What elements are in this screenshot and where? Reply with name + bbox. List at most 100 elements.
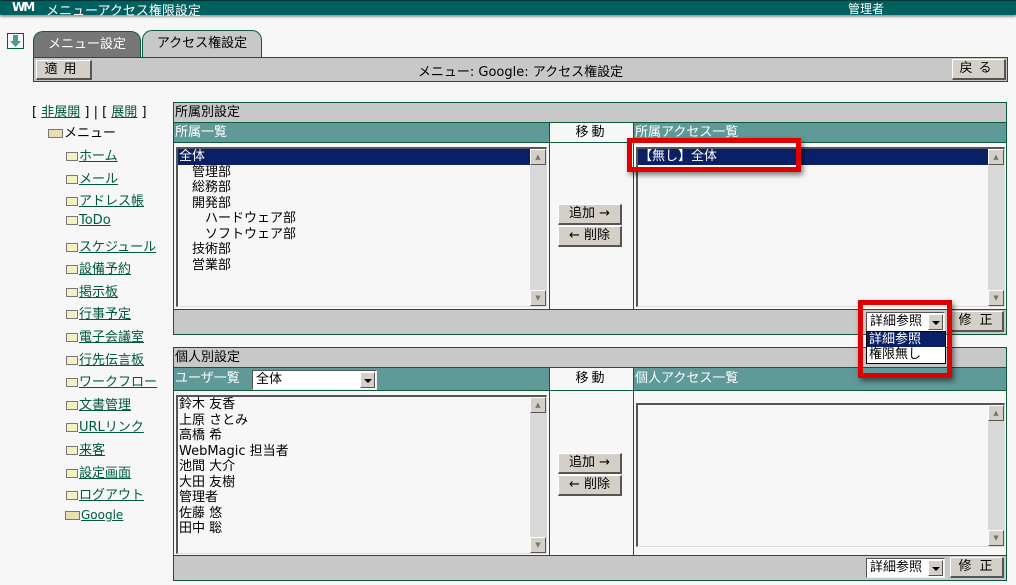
scroll-up-icon[interactable]: ▲ xyxy=(988,405,1004,421)
list-option[interactable]: 営業部 xyxy=(178,258,546,274)
list-option[interactable]: 管理者 xyxy=(178,490,546,506)
tree-item-link[interactable]: 文書管理 xyxy=(79,398,131,413)
scroll-down-icon[interactable]: ▼ xyxy=(530,537,546,553)
group-access-scrollbar[interactable]: ▲ ▼ xyxy=(988,149,1004,306)
user-access-scrollbar[interactable]: ▲ ▼ xyxy=(988,405,1004,546)
group-fix-button[interactable]: 修正 xyxy=(950,311,1004,332)
tree-item-link[interactable]: 来客 xyxy=(79,443,105,458)
tree-item[interactable]: 文書管理 xyxy=(66,394,131,413)
list-option[interactable]: 全体 xyxy=(178,149,546,165)
tree-item[interactable]: アドレス帳 xyxy=(66,190,144,209)
user-filter-select[interactable]: 全体 xyxy=(252,370,377,390)
scroll-up-icon[interactable]: ▲ xyxy=(988,149,1004,165)
tree-item-link[interactable]: ログアウト xyxy=(79,488,144,503)
group-remove-button[interactable]: ← 削除 xyxy=(558,226,622,247)
group-list-scrollbar[interactable]: ▲ ▼ xyxy=(530,149,546,306)
tree-root[interactable]: メニュー xyxy=(48,122,116,141)
user-remove-button[interactable]: ← 削除 xyxy=(558,475,622,496)
user-list-scrollbar[interactable]: ▲ ▼ xyxy=(530,397,546,553)
tree-item-link[interactable]: アドレス帳 xyxy=(79,194,144,209)
tree-item-link[interactable]: 掲示板 xyxy=(79,285,118,300)
tree-item-link[interactable]: 設備予約 xyxy=(79,262,131,277)
tree-item-link[interactable]: ワークフロー xyxy=(79,375,157,390)
folder-icon xyxy=(66,216,78,225)
user-fix-button[interactable]: 修正 xyxy=(950,557,1004,578)
list-option[interactable]: 管理部 xyxy=(178,165,546,181)
tree-item[interactable]: 設備予約 xyxy=(66,258,131,277)
tab-access-settings[interactable]: アクセス権設定 xyxy=(142,30,262,58)
user-permission-select[interactable]: 詳細参照 xyxy=(866,558,945,578)
tree-item-link[interactable]: Google xyxy=(81,508,123,522)
user-access-listbox[interactable]: ▲ ▼ xyxy=(636,403,1005,547)
collapse-toggle-button[interactable] xyxy=(7,33,24,49)
tree-item[interactable]: ログアウト xyxy=(66,484,144,503)
user-add-button[interactable]: 追加 → xyxy=(558,453,622,474)
tree-item[interactable]: ホーム xyxy=(66,145,118,164)
list-option[interactable]: 総務部 xyxy=(178,180,546,196)
chevron-down-icon[interactable] xyxy=(928,560,943,576)
list-option[interactable]: ハードウェア部 xyxy=(178,211,546,227)
scroll-down-icon[interactable]: ▼ xyxy=(530,290,546,306)
tree-item-link[interactable]: メール xyxy=(79,172,118,187)
annotation-highlight-access-item xyxy=(627,138,801,172)
tree-item-link[interactable]: 行事予定 xyxy=(79,307,131,322)
tree-item-link[interactable]: 設定画面 xyxy=(79,466,131,481)
group-listbox[interactable]: 全体 管理部 総務部 開発部 ハードウェア部 ソフトウェア部 技術部 営業部 ▲… xyxy=(176,147,547,307)
expand-all-link[interactable]: 展開 xyxy=(111,105,137,120)
list-option[interactable]: 大田 友樹 xyxy=(178,475,546,491)
tree-item[interactable]: 掲示板 xyxy=(66,281,118,300)
tree-item[interactable]: 電子会議室 xyxy=(66,326,144,345)
tree-item[interactable]: 来客 xyxy=(66,439,105,458)
chevron-down-icon[interactable] xyxy=(360,372,375,388)
tree-item-link[interactable]: 電子会議室 xyxy=(79,330,144,345)
list-option[interactable]: 池間 大介 xyxy=(178,459,546,475)
scroll-up-icon[interactable]: ▲ xyxy=(530,397,546,413)
tree-item[interactable]: ワークフロー xyxy=(66,371,157,390)
list-option[interactable]: 高橋 希 xyxy=(178,428,546,444)
tree-item[interactable]: 行先伝言板 xyxy=(66,349,144,368)
user-move-header: 移動 xyxy=(549,368,634,391)
tree-item[interactable]: スケジュール xyxy=(66,236,156,255)
tree-item[interactable]: Google xyxy=(65,508,123,523)
tree-item[interactable]: ToDo xyxy=(66,213,111,228)
folder-open-icon xyxy=(48,129,63,138)
list-option[interactable]: 田中 聡 xyxy=(178,521,546,537)
tree-item-link[interactable]: URLリンク xyxy=(79,420,144,435)
scroll-down-icon[interactable]: ▼ xyxy=(988,530,1004,546)
folder-icon xyxy=(66,152,78,161)
tree-item[interactable]: メール xyxy=(66,168,118,187)
list-option[interactable]: ソフトウェア部 xyxy=(178,227,546,243)
folder-icon xyxy=(66,243,78,252)
tree-item[interactable]: 行事予定 xyxy=(66,303,131,322)
user-listbox[interactable]: 鈴木 友香 上原 さとみ 高橋 希 WebMagic 担当者 池間 大介 大田 友樹 管理者… xyxy=(176,395,547,554)
scroll-up-icon[interactable]: ▲ xyxy=(530,149,546,165)
group-add-button[interactable]: 追加 → xyxy=(558,204,622,225)
user-footer: 詳細参照 修正 xyxy=(174,555,1006,580)
list-option[interactable]: 開発部 xyxy=(178,196,546,212)
list-option[interactable]: 鈴木 友香 xyxy=(178,397,546,413)
scroll-down-icon[interactable]: ▼ xyxy=(988,290,1004,306)
tab-menu-settings[interactable]: メニュー設定 xyxy=(33,31,141,58)
folder-icon xyxy=(66,401,78,410)
folder-icon xyxy=(66,356,78,365)
tree-item[interactable]: URLリンク xyxy=(66,416,144,435)
list-option[interactable]: 技術部 xyxy=(178,242,546,258)
annotation-highlight-permission-select xyxy=(858,300,952,378)
tree-item-link[interactable]: ホーム xyxy=(79,149,118,164)
tree-item[interactable]: 設定画面 xyxy=(66,462,131,481)
list-option[interactable]: 佐藤 悠 xyxy=(178,506,546,522)
back-button[interactable]: 戻る xyxy=(952,59,1006,80)
folder-icon xyxy=(66,265,78,274)
tree-item-link[interactable]: ToDo xyxy=(79,213,111,228)
folder-icon xyxy=(66,197,78,206)
tree-item-link[interactable]: 行先伝言板 xyxy=(79,353,144,368)
list-option[interactable]: 上原 さとみ xyxy=(178,413,546,429)
expand-controls: [ 非展開 ] | [ 展開 ] xyxy=(32,105,147,120)
list-option[interactable]: WebMagic 担当者 xyxy=(178,444,546,460)
tree-item-link[interactable]: スケジュール xyxy=(79,240,156,255)
folder-open-icon xyxy=(65,511,80,520)
apply-button[interactable]: 適用 xyxy=(36,60,92,80)
group-move-header: 移動 xyxy=(549,123,634,143)
toolbar: メニュー: Google: アクセス権設定 適用 戻る xyxy=(33,57,1008,82)
collapse-all-link[interactable]: 非展開 xyxy=(41,105,80,120)
